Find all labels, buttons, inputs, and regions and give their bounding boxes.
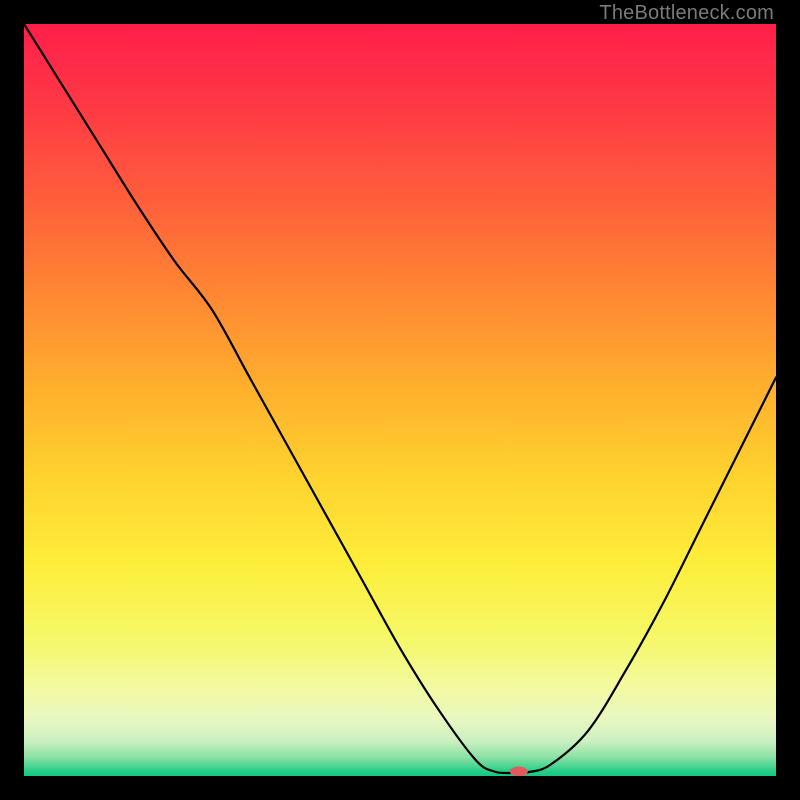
chart-frame (24, 24, 776, 776)
watermark-text: TheBottleneck.com (599, 2, 774, 25)
gradient-bg (24, 24, 776, 776)
bottleneck-chart (24, 24, 776, 776)
